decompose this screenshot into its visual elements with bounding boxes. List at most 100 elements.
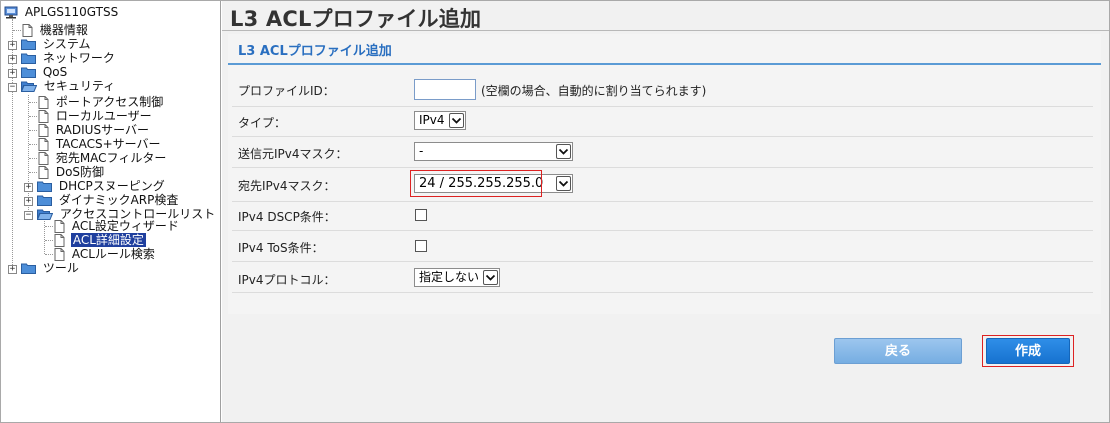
dscp-checkbox[interactable] xyxy=(415,209,427,221)
open-folder-icon xyxy=(21,81,37,92)
tos-checkbox[interactable] xyxy=(415,240,427,252)
tree-item-label: ポートアクセス制御 xyxy=(55,95,164,109)
tree-item-label: ACL設定ウィザード xyxy=(71,219,179,233)
tree-item-radius-server[interactable]: RADIUSサーバー xyxy=(38,123,149,137)
navigation-tree: APLGS110GTSS 機器情報 + システム + ネットワーク + QoS … xyxy=(1,1,221,422)
tree-item-acl-detail-settings[interactable]: ACL詳細設定 xyxy=(54,233,146,247)
tree-connector xyxy=(13,30,21,31)
tree-item-network[interactable]: ネットワーク xyxy=(21,51,115,65)
folder-icon xyxy=(21,53,36,64)
tree-item-tools[interactable]: ツール xyxy=(21,261,79,275)
tree-item-label: DHCPスヌーピング xyxy=(58,179,165,193)
folder-icon xyxy=(37,181,52,192)
folder-icon xyxy=(21,39,36,50)
tree-item-dynamic-arp[interactable]: ダイナミックARP検査 xyxy=(37,193,178,207)
tree-item-dhcp-snooping[interactable]: DHCPスヌーピング xyxy=(37,179,165,193)
row-divider xyxy=(232,292,1093,293)
chevron-down-icon xyxy=(449,113,464,128)
create-button[interactable]: 作成 xyxy=(986,338,1070,364)
chevron-down-icon xyxy=(556,144,571,159)
page-icon xyxy=(54,220,65,233)
expand-toggle[interactable]: + xyxy=(8,69,17,78)
expand-toggle[interactable]: + xyxy=(24,197,33,206)
collapse-toggle[interactable]: − xyxy=(24,211,33,220)
tree-item-label: RADIUSサーバー xyxy=(55,123,149,137)
back-button[interactable]: 戻る xyxy=(834,338,962,364)
tree-item-tacacs-server[interactable]: TACACS+サーバー xyxy=(38,137,161,151)
row-divider xyxy=(232,261,1093,262)
tree-item-acl-wizard[interactable]: ACL設定ウィザード xyxy=(54,219,179,233)
tree-connector xyxy=(45,254,53,255)
dst-mask-highlight xyxy=(410,170,542,197)
expand-toggle[interactable]: + xyxy=(24,183,33,192)
page-icon xyxy=(54,234,65,247)
tree-item-label: ローカルユーザー xyxy=(55,109,152,123)
tree-connector xyxy=(29,158,37,159)
protocol-select-value: 指定しない xyxy=(419,270,480,284)
tree-item-label: システム xyxy=(42,37,91,51)
row-divider xyxy=(232,201,1093,202)
tree-connector xyxy=(29,102,37,103)
tree-item-label: ダイナミックARP検査 xyxy=(58,193,179,207)
type-select-value: IPv4 xyxy=(419,113,445,127)
tree-item-qos[interactable]: QoS xyxy=(21,65,67,79)
tree-item-label: ネットワーク xyxy=(42,51,115,65)
tree-connector xyxy=(29,144,37,145)
tree-item-label: TACACS+サーバー xyxy=(55,137,161,151)
tree-item-label: QoS xyxy=(42,65,68,79)
src-mask-select-value: - xyxy=(419,144,424,158)
page-icon xyxy=(22,24,33,37)
tree-item-dos-protection[interactable]: DoS防御 xyxy=(38,165,104,179)
collapse-toggle[interactable]: − xyxy=(8,83,17,92)
tree-root[interactable]: APLGS110GTSS xyxy=(4,5,118,19)
tree-connector xyxy=(45,226,53,227)
expand-toggle[interactable]: + xyxy=(8,41,17,50)
tree-item-port-access-control[interactable]: ポートアクセス制御 xyxy=(38,95,163,109)
protocol-select[interactable]: 指定しない xyxy=(414,268,500,287)
tree-item-label: 機器情報 xyxy=(39,23,88,37)
tree-item-device-info[interactable]: 機器情報 xyxy=(22,23,88,37)
main-panel: L3 ACLプロファイル追加 L3 ACLプロファイル追加 プロファイルID： … xyxy=(222,1,1109,422)
open-folder-icon xyxy=(37,209,53,220)
tree-connector xyxy=(29,116,37,117)
page-icon xyxy=(38,96,49,109)
tree-connector xyxy=(29,172,37,173)
section-title: L3 ACLプロファイル追加 xyxy=(238,44,392,59)
computer-icon xyxy=(4,6,18,19)
profile-id-input[interactable] xyxy=(414,79,476,100)
type-select[interactable]: IPv4 xyxy=(414,111,466,130)
profile-id-hint: (空欄の場合、自動的に割り当てられます) xyxy=(481,84,707,98)
tree-connector xyxy=(45,240,53,241)
expand-toggle[interactable]: + xyxy=(8,55,17,64)
page-icon xyxy=(38,138,49,151)
tree-item-label: ACL詳細設定 xyxy=(70,233,146,247)
section-divider xyxy=(228,63,1101,65)
tree-root-label: APLGS110GTSS xyxy=(24,5,119,19)
expand-toggle[interactable]: + xyxy=(8,265,17,274)
tree-item-security[interactable]: セキュリティ xyxy=(21,79,115,93)
page-icon xyxy=(54,248,65,261)
row-divider xyxy=(232,230,1093,231)
page-icon xyxy=(38,152,49,165)
dst-mask-label: 宛先IPv4マスク： xyxy=(238,179,336,193)
row-divider xyxy=(232,167,1093,168)
profile-id-label: プロファイルID： xyxy=(238,84,335,98)
form-card: L3 ACLプロファイル追加 プロファイルID： (空欄の場合、自動的に割り当て… xyxy=(228,34,1101,314)
row-divider xyxy=(232,136,1093,137)
title-divider xyxy=(222,30,1109,31)
tree-connector xyxy=(29,130,37,131)
src-mask-label: 送信元IPv4マスク： xyxy=(238,147,348,161)
tree-item-system[interactable]: システム xyxy=(21,37,90,51)
src-mask-select[interactable]: - xyxy=(414,142,573,161)
tree-connector xyxy=(44,219,45,254)
page-icon xyxy=(38,166,49,179)
tree-item-acl-rule-search[interactable]: ACLルール検索 xyxy=(54,247,155,261)
tree-item-local-users[interactable]: ローカルユーザー xyxy=(38,109,152,123)
tree-item-dest-mac-filter[interactable]: 宛先MACフィルター xyxy=(38,151,166,165)
type-label: タイプ： xyxy=(238,116,287,130)
chevron-down-icon xyxy=(556,176,571,191)
tree-connector xyxy=(28,95,29,212)
row-divider xyxy=(232,106,1093,107)
tree-item-label: DoS防御 xyxy=(55,165,105,179)
folder-icon xyxy=(37,195,52,206)
